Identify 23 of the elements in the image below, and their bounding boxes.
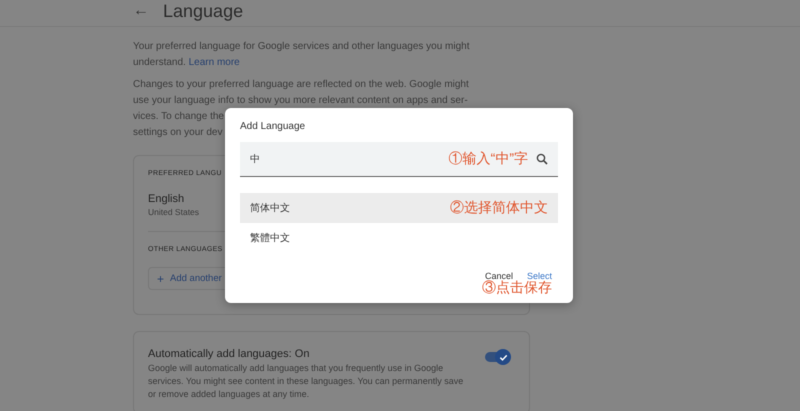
search-field[interactable]: 中 xyxy=(250,154,441,164)
language-option[interactable]: 繁體中文 xyxy=(240,223,558,253)
plus-icon: + xyxy=(157,274,164,284)
cancel-button[interactable]: Cancel xyxy=(484,271,513,281)
language-region: United States xyxy=(148,207,200,217)
page-title: Language xyxy=(163,0,244,22)
annotation-text: ①输入“中”字 xyxy=(448,150,528,168)
annotation-text: ③点击保存 xyxy=(482,279,552,297)
toggle-switch[interactable] xyxy=(485,352,509,362)
annotation-text: ②选择简体中文 xyxy=(450,199,548,217)
language-option[interactable]: 简体中文 ②选择简体中文 xyxy=(240,193,558,223)
check-icon xyxy=(498,352,508,362)
setting-description: Google will automatically add languages that you frequently use in Google services. You might see content in these languages. You can permanently save or remove added languages at any time. xyxy=(148,362,464,401)
search-icon[interactable] xyxy=(536,153,548,165)
notice-text: use your language info to show you more relevant content on apps and ser- xyxy=(133,94,468,108)
intro-text: Your preferred language for Google services and other languages you might understand. Learn more xyxy=(133,40,471,70)
notice-text: settings on your dev xyxy=(133,126,222,140)
setting-title: Automatically add languages: On xyxy=(148,348,310,360)
select-button[interactable]: Select xyxy=(526,271,552,281)
dialog-title: Add Language xyxy=(240,121,306,132)
notice-text: vices. To change the xyxy=(133,110,224,124)
notice-text: Changes to your preferred language are reflected on the web. Google might xyxy=(133,78,469,92)
language-name: English xyxy=(148,193,184,205)
